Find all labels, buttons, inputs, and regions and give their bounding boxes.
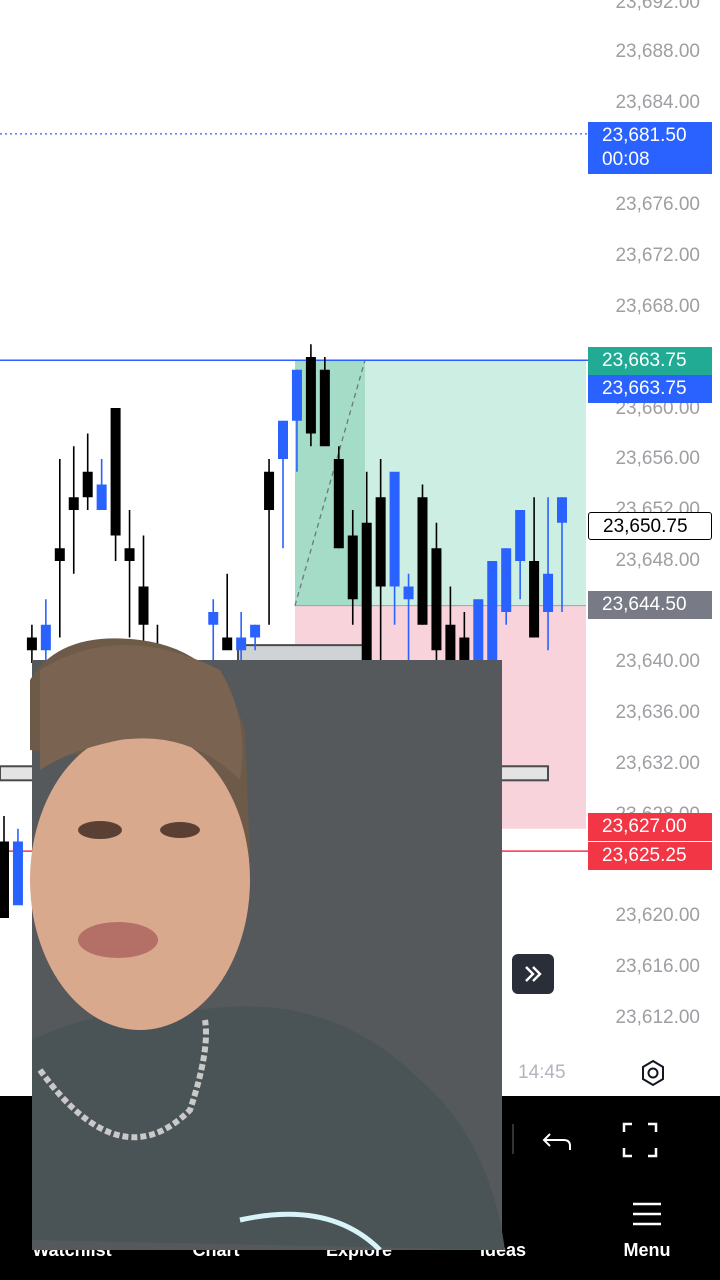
price-axis-label: 23,676.00 [615,194,700,215]
stop-line-tag: 23,625.25 [588,842,712,870]
price-axis-label: 23,688.00 [615,41,700,62]
presenter-video-overlay [30,638,505,1250]
bar-countdown: 00:08 [602,149,650,170]
price-axis-label: 23,620.00 [615,905,700,926]
candle-bull [96,484,107,510]
price-axis-label: 23,648.00 [615,550,700,571]
candle-bull [515,510,526,561]
price-axis-label: 23,672.00 [615,245,700,266]
candle-bear [54,548,65,561]
price-axis-label: 23,612.00 [615,1007,700,1028]
target-line-tag: 23,663.75 [588,375,712,403]
candle-bull [389,471,400,587]
price-axis-label: 23,636.00 [615,702,700,723]
candle-bear [333,459,344,549]
entry-price-tag: 23,644.50 [588,591,712,619]
candle-bear [124,548,135,561]
candle-bear [138,586,149,625]
price-axis-label: 23,668.00 [615,296,700,317]
menu-icon [633,1202,661,1226]
candle-bull [543,573,554,612]
chart-settings-icon[interactable] [638,1058,668,1088]
price-axis-label: 23,684.00 [615,92,700,113]
nav-menu[interactable]: Menu [577,1240,717,1261]
price-axis-label: 23,640.00 [615,651,700,672]
stop-price-tag: 23,627.00 [588,813,712,841]
candle-bear [305,357,316,434]
candle-bear [417,497,428,625]
candle-bear [82,471,93,498]
fullscreen-icon[interactable] [620,1120,660,1160]
candle-bull [403,586,414,600]
candle-bull [557,497,567,523]
price-axis-label: 23,616.00 [615,956,700,977]
candle-bear [375,497,386,587]
price-axis-label: 23,656.00 [615,448,700,469]
candle-bull [501,548,512,612]
current-price-tag: 23,650.75 [588,512,712,540]
candle-bear [319,369,330,447]
last-price-tag: 23,681.50 00:08 [588,122,712,174]
price-axis-label: 23,632.00 [615,753,700,774]
target-price-tag: 23,663.75 [588,347,712,375]
price-axis-label: 23,692.00 [615,0,700,13]
candle-bull [291,369,302,421]
candle-bear [110,408,121,536]
candle-bear [68,497,79,510]
candle-bear [264,471,275,510]
candle-bull [278,420,288,459]
last-price-value: 23,681.50 [602,125,687,146]
candle-bear [347,535,358,600]
